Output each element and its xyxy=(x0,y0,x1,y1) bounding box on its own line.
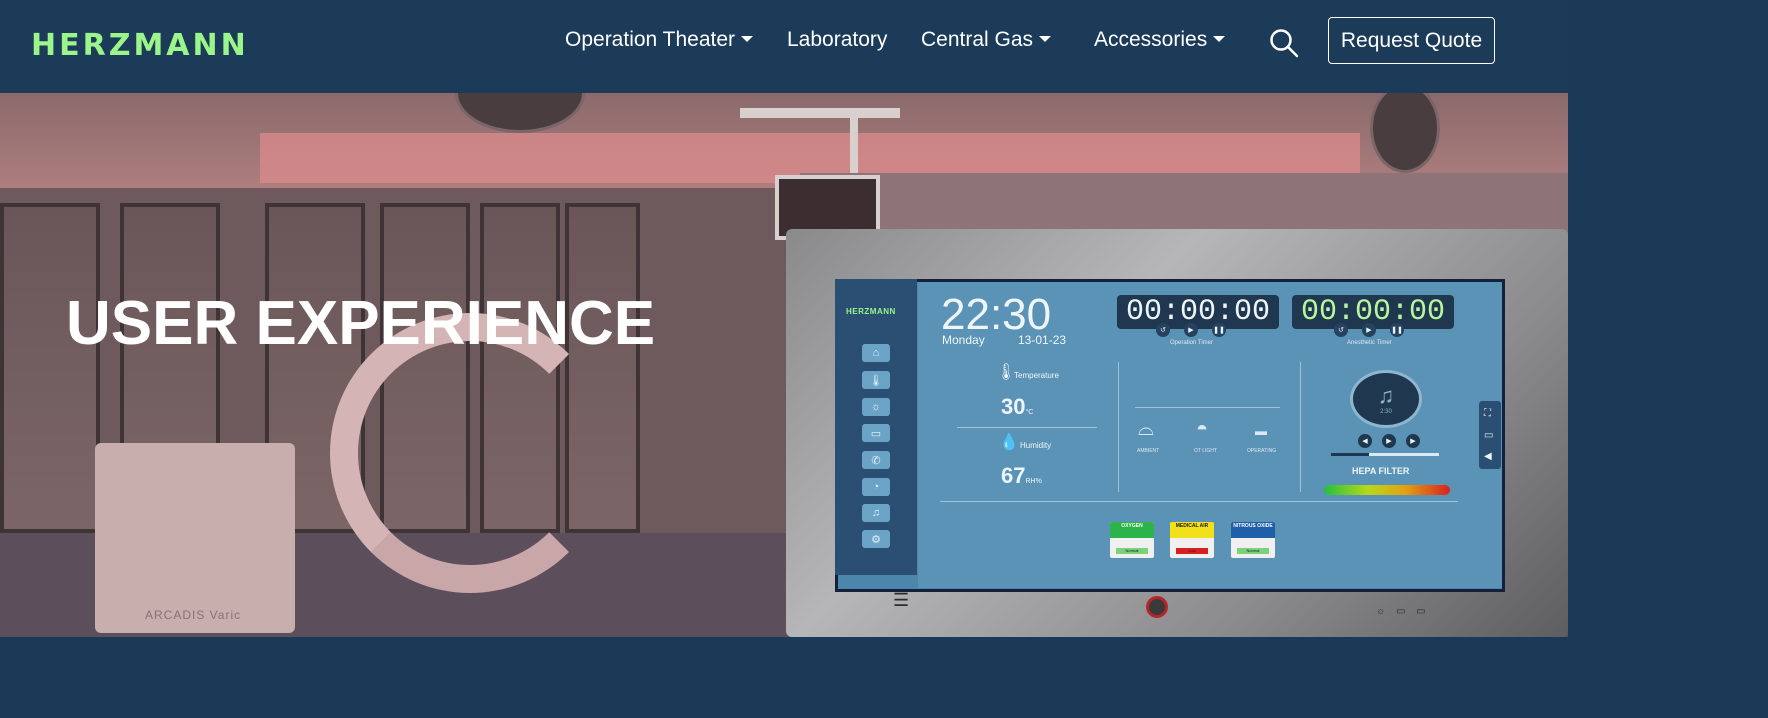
divider xyxy=(940,501,1458,502)
gas-status: Normal xyxy=(1237,548,1269,554)
music-time: 2:30 xyxy=(1380,409,1392,415)
settings-icon[interactable]: ⚙ xyxy=(862,530,890,548)
nav-item-laboratory[interactable]: Laboratory xyxy=(787,28,887,52)
glass-cabinet xyxy=(0,203,100,533)
divider xyxy=(1135,407,1280,408)
hepa-filter-label: HEPA FILTER xyxy=(1352,466,1410,476)
temperature-label: Temperature xyxy=(1014,371,1059,380)
music-controls: ◀ ▶ ▶ xyxy=(1358,434,1420,448)
search-icon[interactable] xyxy=(1268,27,1300,59)
light-label-operating: OPERATING xyxy=(1247,448,1277,454)
hero-title: USER EXPERIENCE xyxy=(66,289,656,358)
ceiling-lamp-icon[interactable]: ⌓ xyxy=(1138,418,1154,441)
power-button[interactable] xyxy=(1146,596,1168,618)
anesthetic-timer-label: Anesthetic Timer xyxy=(1347,340,1392,346)
play-icon[interactable]: ▶ xyxy=(1382,434,1396,448)
usb-ports-icon: ☼ ▭ ▭ xyxy=(1376,606,1430,617)
divider xyxy=(957,427,1097,428)
nav-item-accessories[interactable]: Accessories xyxy=(1094,28,1226,52)
gas-status: Normal xyxy=(1116,548,1148,554)
light-label-ambient: AMBIENT xyxy=(1137,448,1160,454)
humidity-unit: RH% xyxy=(1025,478,1042,485)
nav-item-label: Central Gas xyxy=(921,28,1034,51)
temperature-value: 30°C xyxy=(1001,394,1033,420)
music-progress-bar[interactable] xyxy=(1331,453,1439,456)
nav-item-label: Accessories xyxy=(1094,28,1208,51)
clock-day: Monday xyxy=(942,333,985,347)
music-progress-fill xyxy=(1331,453,1369,456)
navbar: HERZMANN Operation Theater Laboratory Ce… xyxy=(0,0,1568,93)
folder-icon[interactable]: ▭ xyxy=(862,424,890,442)
temperature-unit: °C xyxy=(1025,409,1034,416)
previous-icon[interactable]: ◀ xyxy=(1358,434,1372,448)
light-label-ot: OT LIGHT xyxy=(1194,448,1217,454)
operation-timer-controls: ↺ ▶ ❚❚ xyxy=(1156,323,1226,337)
gas-status: Low xyxy=(1176,548,1208,554)
gas-name: OXYGEN xyxy=(1110,522,1154,538)
reset-icon[interactable]: ↺ xyxy=(1156,323,1170,337)
phone-icon[interactable]: ✆ xyxy=(862,451,890,469)
divider xyxy=(1300,362,1301,492)
play-icon[interactable]: ▶ xyxy=(1362,323,1376,337)
nav-item-operation-theater[interactable]: Operation Theater xyxy=(565,28,754,52)
nav-item-label: Operation Theater xyxy=(565,28,736,51)
humidity-number: 67 xyxy=(1001,463,1026,488)
music-player[interactable]: ♫ 2:30 xyxy=(1350,370,1422,428)
screen-logo: HERZMANN xyxy=(846,307,896,316)
reset-icon[interactable]: ↺ xyxy=(1334,323,1348,337)
display-icon[interactable]: ▭ xyxy=(1484,430,1493,441)
request-quote-button[interactable]: Request Quote xyxy=(1328,17,1495,64)
anesthetic-timer-controls: ↺ ▶ ❚❚ xyxy=(1334,323,1404,337)
gas-tile-medical-air[interactable]: MEDICAL AIR Low xyxy=(1170,522,1214,558)
music-icon[interactable]: ♫ xyxy=(862,504,890,522)
home-icon[interactable]: ⌂ xyxy=(862,344,890,362)
temperature-number: 30 xyxy=(1001,394,1026,419)
nav-item-label: Laboratory xyxy=(787,28,888,51)
speaker-grill-icon: ☰ xyxy=(893,590,910,610)
nav-item-central-gas[interactable]: Central Gas xyxy=(921,28,1052,52)
divider xyxy=(1118,362,1119,492)
operating-light-icon[interactable]: ▬ xyxy=(1255,424,1267,438)
speaker-icon[interactable]: ◀ xyxy=(1484,451,1492,462)
humidity-value: 67RH% xyxy=(1001,463,1042,489)
music-note-icon: ♫ xyxy=(1377,383,1395,408)
gas-name: MEDICAL AIR xyxy=(1170,522,1214,538)
chevron-down-icon xyxy=(1039,36,1052,42)
humidity-icon: 💧 xyxy=(999,434,1019,451)
gas-tile-nitrous-oxide[interactable]: NITROUS OXIDE Normal xyxy=(1231,522,1275,558)
ceiling-arm xyxy=(850,113,858,173)
play-icon[interactable]: ▶ xyxy=(1184,323,1198,337)
gas-tile-oxygen[interactable]: OXYGEN Normal xyxy=(1110,522,1154,558)
clock-date: 13-01-23 xyxy=(1018,333,1067,347)
network-icon[interactable]: ⛶ xyxy=(1484,408,1491,419)
next-icon[interactable]: ▶ xyxy=(1406,434,1420,448)
gas-name: NITROUS OXIDE xyxy=(1231,522,1275,538)
ceiling-arm xyxy=(740,108,900,118)
light-icon[interactable]: ☼ xyxy=(862,398,890,416)
chevron-down-icon xyxy=(1213,36,1226,42)
hepa-filter-gauge xyxy=(1324,485,1450,495)
thermometer-icon[interactable]: 🌡 xyxy=(862,371,890,389)
surgical-light-icon[interactable]: ◓ xyxy=(1196,418,1208,441)
machine-label: ARCADIS Varic xyxy=(145,608,242,622)
operation-timer-label: Operation Timer xyxy=(1170,340,1214,346)
gauge-icon[interactable]: ◔ xyxy=(862,478,890,496)
brand-logo[interactable]: HERZMANN xyxy=(31,28,249,63)
chevron-down-icon xyxy=(741,36,754,42)
humidity-label: Humidity xyxy=(1020,441,1052,450)
pause-icon[interactable]: ❚❚ xyxy=(1390,323,1404,337)
c-arm-base xyxy=(95,443,295,633)
pause-icon[interactable]: ❚❚ xyxy=(1212,323,1226,337)
